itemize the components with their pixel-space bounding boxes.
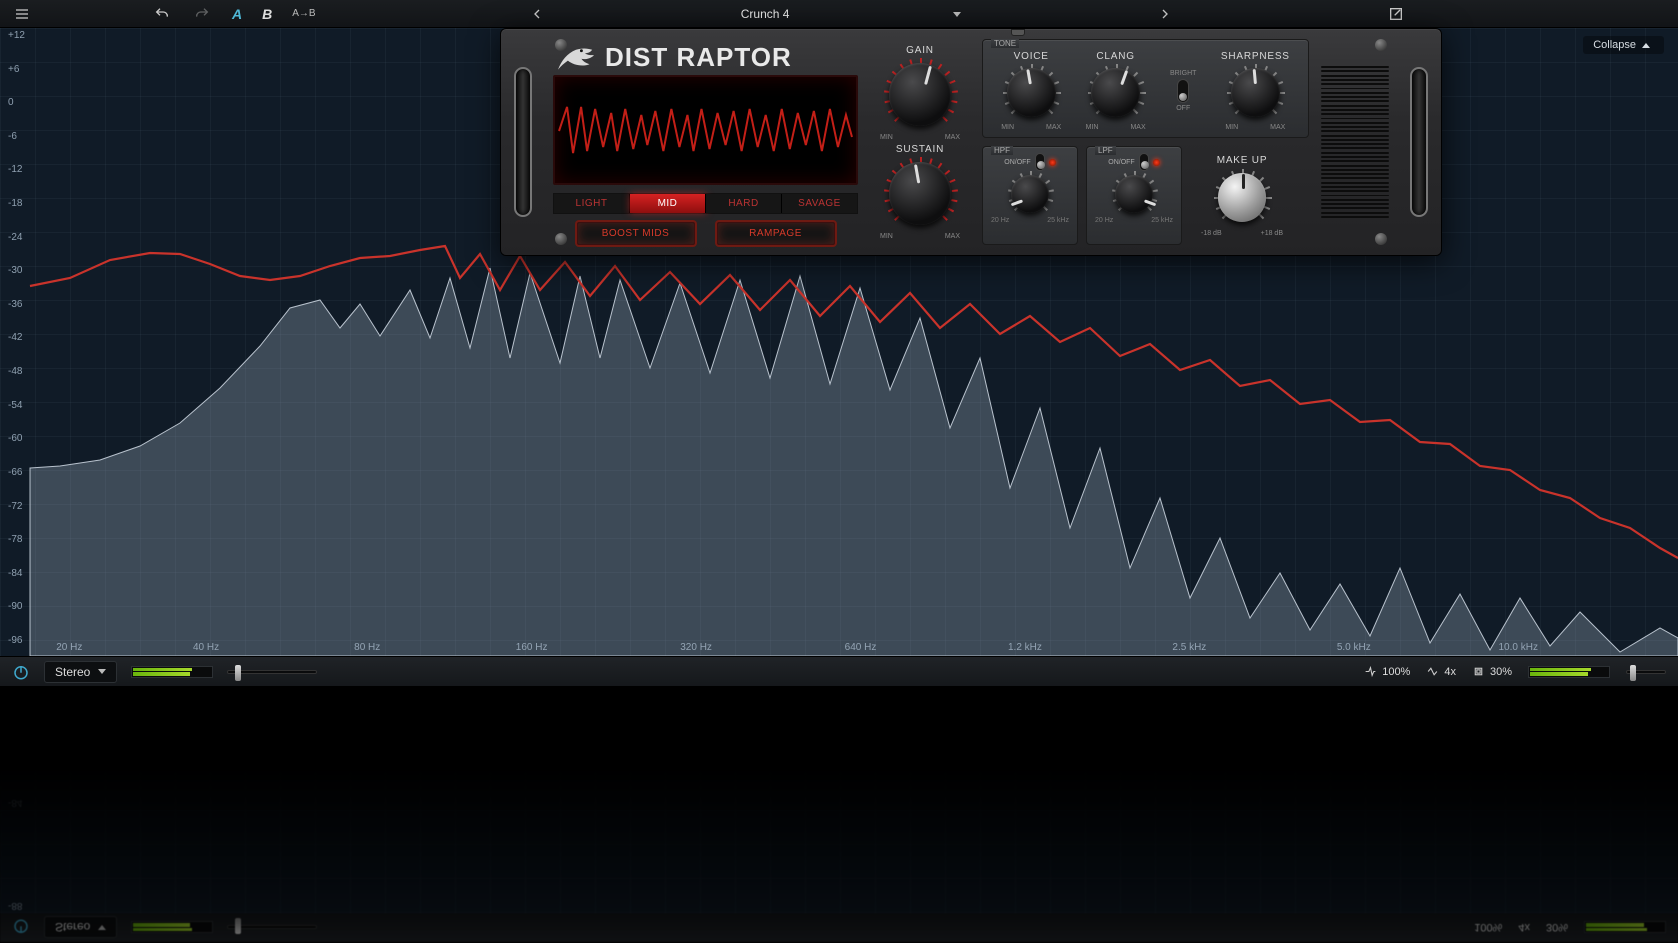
sharpness-knob[interactable]: [1226, 64, 1284, 122]
lpf-knob[interactable]: [1111, 171, 1157, 217]
makeup-knob[interactable]: [1213, 169, 1271, 227]
hpf-panel: HPF ON/OFF 20 Hz25 kHz: [982, 146, 1078, 245]
collapse-label: Collapse: [1593, 39, 1636, 51]
lpf-toggle[interactable]: [1139, 153, 1149, 171]
boost-mids-button[interactable]: BOOST MIDS: [577, 222, 695, 245]
oversample-readout[interactable]: 4x: [1426, 665, 1456, 678]
screw-icon: [555, 233, 567, 245]
sustain-label: SUSTAIN: [896, 144, 944, 155]
mode-light-button[interactable]: LIGHT: [554, 194, 630, 213]
input-fader[interactable]: [227, 670, 317, 674]
bright-label: BRIGHT: [1170, 70, 1196, 77]
hpf-toggle[interactable]: [1035, 153, 1045, 171]
oversample-icon: [1426, 665, 1439, 678]
cpu-icon: [1472, 665, 1485, 678]
tone-title: TONE: [991, 39, 1019, 48]
expand-window-icon[interactable]: [1386, 4, 1406, 24]
lpf-panel: LPF ON/OFF 20 Hz25 kHz: [1086, 146, 1182, 245]
cpu-readout[interactable]: 30%: [1472, 665, 1512, 678]
preset-name-dropdown[interactable]: Crunch 4: [561, 5, 1141, 23]
lpf-led-icon: [1153, 159, 1160, 166]
power-button[interactable]: [12, 663, 30, 681]
clang-knob[interactable]: [1087, 64, 1145, 122]
screw-icon: [555, 39, 567, 51]
makeup-panel: MAKE UP -18 dB+18 dB: [1190, 146, 1294, 245]
channel-mode-select[interactable]: Stereo: [44, 661, 117, 683]
plugin-title: DIST RAPTOR: [605, 42, 792, 73]
tone-panel: TONE VOICE MINMAX CLANG MINMAX BRIGHT: [982, 39, 1309, 138]
input-meter: [131, 666, 213, 678]
handle-left[interactable]: [501, 29, 545, 255]
mode-mid-button[interactable]: MID: [630, 194, 706, 213]
compare-b-button[interactable]: B: [262, 6, 272, 22]
preset-name-label: Crunch 4: [741, 7, 790, 21]
gain-knob[interactable]: [883, 58, 957, 132]
voice-knob[interactable]: [1002, 64, 1060, 122]
redo-button[interactable]: [192, 4, 212, 24]
plugin-panel: DIST RAPTOR LIGHTMIDHARDSAVAGE BOOST MID…: [500, 28, 1442, 256]
sustain-knob[interactable]: [883, 157, 957, 231]
next-preset-button[interactable]: [1155, 4, 1175, 24]
menu-icon[interactable]: [12, 4, 32, 24]
output-fader[interactable]: [1626, 670, 1666, 674]
screw-icon: [1375, 233, 1387, 245]
copy-ab-button[interactable]: A→B: [292, 8, 315, 19]
screw-icon: [1375, 39, 1387, 51]
chevron-down-icon: [953, 12, 961, 17]
mix-readout[interactable]: 100%: [1364, 665, 1410, 678]
mode-hard-button[interactable]: HARD: [706, 194, 782, 213]
vent-grille: [1321, 39, 1389, 245]
hpf-led-icon: [1049, 159, 1056, 166]
mode-savage-button[interactable]: SAVAGE: [782, 194, 857, 213]
grip-icon: [1011, 29, 1025, 36]
gain-label: GAIN: [906, 45, 934, 56]
output-meter: [1528, 666, 1610, 678]
bottom-bar: Stereo 100% 4x 30%: [0, 656, 1678, 686]
hpf-knob[interactable]: [1007, 171, 1053, 217]
mix-icon: [1364, 665, 1377, 678]
handle-right[interactable]: [1397, 29, 1441, 255]
prev-preset-button[interactable]: [527, 4, 547, 24]
bright-toggle[interactable]: [1177, 79, 1189, 103]
collapse-button[interactable]: Collapse: [1583, 36, 1664, 54]
reflection: Stereo 100% 4x 30% 20 Hz40 Hz80 Hz160 Hz…: [0, 686, 1678, 943]
waveform-display: [553, 75, 858, 185]
rampage-button[interactable]: RAMPAGE: [717, 222, 835, 245]
compare-a-button[interactable]: A: [232, 6, 242, 22]
undo-button[interactable]: [152, 4, 172, 24]
